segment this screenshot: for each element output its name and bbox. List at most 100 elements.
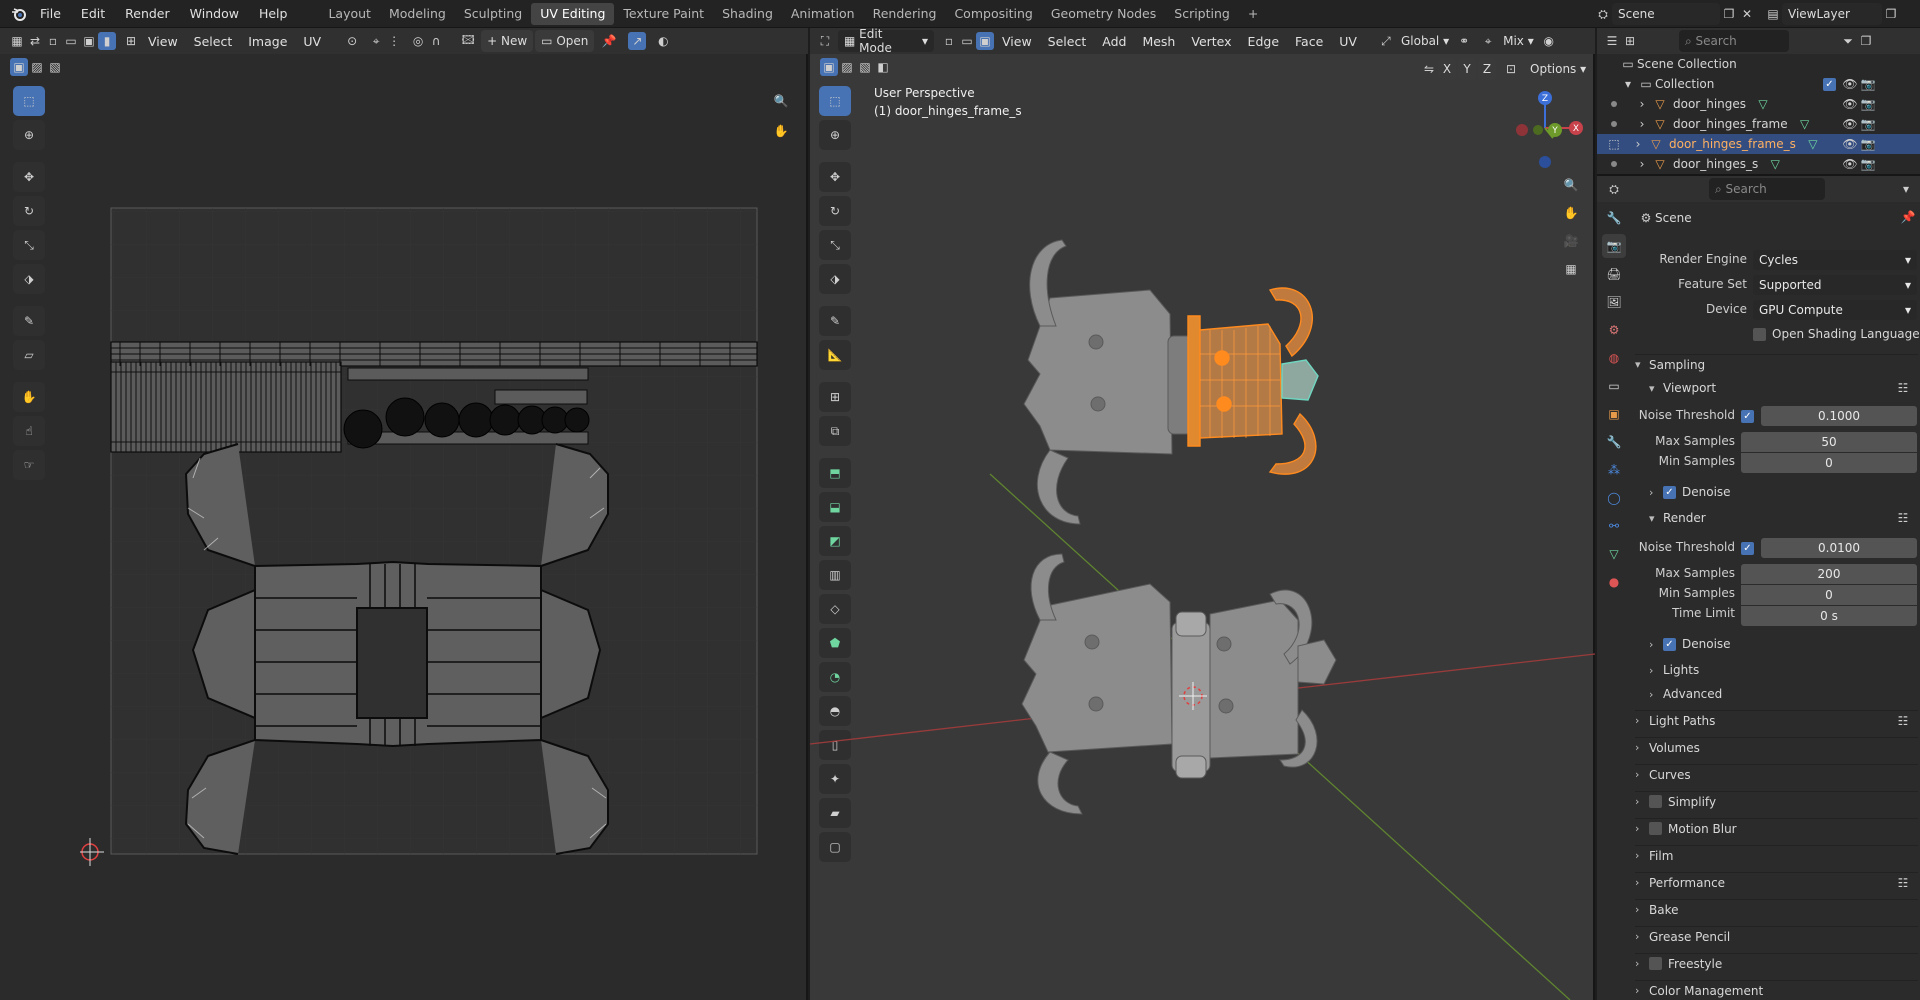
scene-icon[interactable]: ⛭ <box>1594 5 1612 23</box>
particles-tab-icon[interactable]: ⁂ <box>1602 458 1626 482</box>
transform-tool-icon[interactable]: ⬗ <box>13 264 45 294</box>
snap-icon[interactable]: ⌖ <box>367 32 385 50</box>
panel-bake[interactable]: › Bake <box>1635 899 1918 919</box>
panel-simplify[interactable]: › Simplify <box>1635 791 1918 811</box>
panel-motion-blur[interactable]: › Motion Blur <box>1635 818 1918 838</box>
sync-selection-icon[interactable]: ⇄ <box>26 32 44 50</box>
tool-tab-icon[interactable]: 🔧 <box>1602 206 1626 230</box>
view-layer-selector[interactable]: ViewLayer <box>1782 3 1882 25</box>
viewport-subpanel-header[interactable]: ▾ Viewport ☷ <box>1649 378 1918 398</box>
properties-search[interactable]: ⌕ Search <box>1709 178 1825 200</box>
blender-logo-icon[interactable] <box>8 5 30 23</box>
visibility-icon[interactable]: 👁 <box>1841 115 1859 133</box>
menu-file[interactable]: File <box>30 0 71 28</box>
tab-compositing[interactable]: Compositing <box>945 3 1041 25</box>
r-denoise-checkbox[interactable]: ✓ <box>1663 637 1676 651</box>
zoom-icon[interactable]: 🔍 <box>772 92 790 110</box>
pin-properties-icon[interactable]: 📌 <box>1899 208 1917 226</box>
expand-icon[interactable]: › <box>1629 135 1647 153</box>
vp-noise-threshold-checkbox[interactable]: ✓ <box>1741 410 1754 423</box>
face-mode-icon[interactable]: ▣ <box>976 32 994 50</box>
menu-help[interactable]: Help <box>249 0 298 28</box>
edge-mode-icon[interactable]: ▭ <box>958 32 976 50</box>
vp-menu-select[interactable]: Select <box>1040 34 1095 49</box>
lights-subpanel[interactable]: › Lights <box>1649 660 1699 680</box>
outliner-search[interactable]: ⌕ Search <box>1679 30 1789 52</box>
cursor-tool-icon[interactable]: ⊕ <box>13 120 45 150</box>
select-extend-icon[interactable]: ▨ <box>28 58 46 76</box>
render-presets-icon[interactable]: ☷ <box>1894 509 1912 527</box>
proportional-edit-icon[interactable]: ◎ <box>409 32 427 50</box>
r-max-samples-field[interactable]: 200 <box>1741 564 1917 584</box>
gizmo-toggle-icon[interactable]: ↗ <box>628 32 647 50</box>
rip-tool-icon[interactable]: ▱ <box>13 340 45 370</box>
expand-icon[interactable]: › <box>1633 115 1651 133</box>
new-image-button[interactable]: + New <box>481 30 534 52</box>
render-icon[interactable]: 📷 <box>1859 95 1877 113</box>
output-tab-icon[interactable]: 🖨 <box>1602 262 1626 286</box>
add-workspace-icon[interactable]: + <box>1239 3 1267 25</box>
tab-layout[interactable]: Layout <box>319 3 380 25</box>
tab-modeling[interactable]: Modeling <box>380 3 455 25</box>
uv-menu-select[interactable]: Select <box>186 34 241 49</box>
presets-icon[interactable]: ☷ <box>1894 712 1912 730</box>
open-image-button[interactable]: ▭ Open <box>535 30 595 52</box>
rotate-tool-icon[interactable]: ↻ <box>13 196 45 226</box>
r-noise-threshold-checkbox[interactable]: ✓ <box>1741 542 1754 555</box>
sampling-panel-header[interactable]: ▾ Sampling <box>1635 354 1918 374</box>
viewport-scene[interactable] <box>810 54 1595 1000</box>
render-tab-icon[interactable]: 📷 <box>1602 234 1626 258</box>
outliner-item[interactable]: › ▽ door_hinges_s ▽ 👁 📷 <box>1601 154 1920 174</box>
material-tab-icon[interactable]: ● <box>1602 570 1626 594</box>
panel-freestyle[interactable]: › Freestyle <box>1635 953 1918 973</box>
outliner-item[interactable]: › ▽ door_hinges_frame ▽ 👁 📷 <box>1601 114 1920 134</box>
panel-light-paths[interactable]: › Light Paths ☷ <box>1635 710 1918 730</box>
motion-blur-checkbox[interactable] <box>1649 822 1662 835</box>
pan-hand-icon[interactable]: ✋ <box>772 122 790 140</box>
collection-render-icon[interactable]: 📷 <box>1859 75 1877 93</box>
pin-icon[interactable]: 📌 <box>600 32 618 50</box>
tab-uv-editing[interactable]: UV Editing <box>531 2 615 25</box>
properties-type-icon[interactable]: ⛭ <box>1605 180 1623 198</box>
render-engine-dropdown[interactable]: Cycles ▾ <box>1753 250 1917 270</box>
viewport-presets-icon[interactable]: ☷ <box>1894 379 1912 397</box>
render-icon[interactable]: 📷 <box>1859 135 1877 153</box>
simplify-checkbox[interactable] <box>1649 795 1662 808</box>
tab-shading[interactable]: Shading <box>713 3 782 25</box>
presets-icon[interactable]: ☷ <box>1894 874 1912 892</box>
scale-tool-icon[interactable]: ⤡ <box>13 230 45 260</box>
r-noise-threshold-field[interactable]: 0.0100 <box>1761 538 1917 558</box>
orientation-selector[interactable]: Global ▾ <box>1395 30 1455 52</box>
tab-rendering[interactable]: Rendering <box>864 3 946 25</box>
vertex-select-icon[interactable]: ▫ <box>44 32 62 50</box>
select-set-icon[interactable]: ▣ <box>10 58 28 76</box>
edge-select-icon[interactable]: ▭ <box>62 32 80 50</box>
vp-max-samples-field[interactable]: 50 <box>1741 432 1917 452</box>
render-subpanel-header[interactable]: ▾ Render ☷ <box>1649 508 1918 528</box>
relax-tool-icon[interactable]: ☝ <box>13 416 45 446</box>
outliner-collection[interactable]: ▾ ▭ Collection ✓ 👁 📷 <box>1601 74 1920 94</box>
grab-tool-icon[interactable]: ✋ <box>13 382 45 412</box>
sticky-select-icon[interactable]: ⊞ <box>122 32 140 50</box>
uv-canvas[interactable] <box>80 178 770 898</box>
vp-menu-face[interactable]: Face <box>1287 34 1331 49</box>
osl-row[interactable]: Open Shading Language <box>1753 324 1920 344</box>
render-icon[interactable]: 📷 <box>1859 115 1877 133</box>
proportional-icon[interactable]: ◉ <box>1540 32 1558 50</box>
panel-performance[interactable]: › Performance ☷ <box>1635 872 1918 892</box>
collection-visibility-icon[interactable]: 👁 <box>1841 75 1859 93</box>
outliner-scene-collection[interactable]: ▭ Scene Collection <box>1601 54 1920 74</box>
uv-menu-view[interactable]: View <box>140 34 186 49</box>
tab-texture-paint[interactable]: Texture Paint <box>614 3 713 25</box>
visibility-icon[interactable]: 👁 <box>1841 135 1859 153</box>
menu-edit[interactable]: Edit <box>71 0 115 28</box>
visibility-icon[interactable]: 👁 <box>1841 155 1859 173</box>
device-dropdown[interactable]: GPU Compute ▾ <box>1753 300 1917 320</box>
tab-geometry-nodes[interactable]: Geometry Nodes <box>1042 3 1165 25</box>
menu-render[interactable]: Render <box>115 0 180 28</box>
panel-grease-pencil[interactable]: › Grease Pencil <box>1635 926 1918 946</box>
panel-film[interactable]: › Film <box>1635 845 1918 865</box>
expand-icon[interactable]: › <box>1633 95 1651 113</box>
r-time-limit-field[interactable]: 0 s <box>1741 606 1917 626</box>
image-browse-icon[interactable]: 🖾 <box>459 32 477 50</box>
